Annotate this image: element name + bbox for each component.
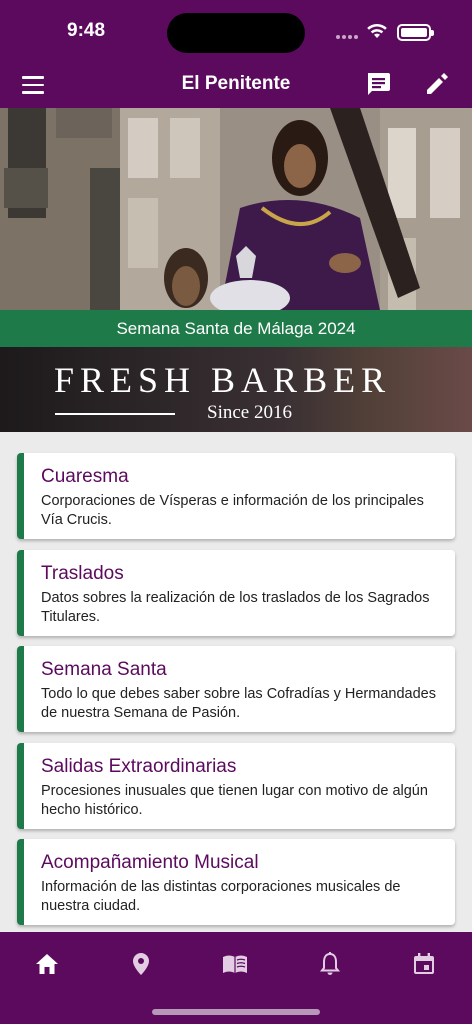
battery-icon — [397, 24, 434, 41]
card-title: Acompañamiento Musical — [41, 852, 259, 873]
app-title: El Penitente — [181, 73, 291, 94]
card-title: Semana Santa — [41, 659, 167, 680]
wifi-icon — [367, 23, 387, 38]
calendar-icon — [414, 953, 434, 974]
hero-image — [0, 108, 472, 310]
bell-icon — [319, 952, 341, 975]
card-description: Corporaciones de Vísperas e información … — [41, 493, 424, 528]
home-icon — [36, 954, 58, 974]
category-list: Cuaresma Corporaciones de Vísperas e inf… — [0, 432, 472, 932]
location-pin-icon — [133, 953, 149, 975]
cellular-signal-icon — [336, 35, 358, 39]
ad-divider — [55, 413, 175, 415]
edit-pencil-icon[interactable] — [423, 70, 451, 98]
ad-brand-text: FRESH BARBER — [54, 360, 392, 400]
card-salidas-extraordinarias[interactable]: Salidas Extraordinarias Procesiones inus… — [17, 743, 455, 829]
card-cuaresma[interactable]: Cuaresma Corporaciones de Vísperas e inf… — [17, 453, 455, 539]
card-semana-santa[interactable]: Semana Santa Todo lo que debes saber sob… — [17, 646, 455, 732]
card-traslados[interactable]: Traslados Datos sobres la realización de… — [17, 550, 455, 636]
home-indicator[interactable] — [152, 1009, 320, 1015]
tab-calendar[interactable] — [404, 948, 444, 980]
tab-home[interactable] — [27, 948, 67, 980]
ad-since-text: Since 2016 — [207, 402, 292, 423]
dynamic-island — [167, 13, 305, 53]
chat-icon[interactable] — [364, 70, 392, 98]
app-bar: El Penitente — [0, 62, 472, 108]
card-title: Salidas Extraordinarias — [41, 756, 237, 777]
card-description: Procesiones inusuales que tienen lugar c… — [41, 783, 428, 818]
tab-notifications[interactable] — [310, 948, 350, 980]
card-description: Datos sobres la realización de los trasl… — [41, 590, 430, 625]
event-banner: Semana Santa de Málaga 2024 — [0, 310, 472, 347]
status-time: 9:48 — [67, 20, 106, 41]
book-icon — [223, 955, 247, 973]
ad-banner[interactable]: FRESH BARBER Since 2016 — [0, 347, 472, 432]
tab-map[interactable] — [121, 948, 161, 980]
card-description: Todo lo que debes saber sobre las Cofrad… — [41, 686, 436, 721]
card-acompanamiento-musical[interactable]: Acompañamiento Musical Información de la… — [17, 839, 455, 925]
status-bar: 9:48 — [0, 0, 472, 62]
card-title: Cuaresma — [41, 466, 129, 487]
tab-guide[interactable] — [215, 948, 255, 980]
card-title: Traslados — [41, 563, 124, 584]
card-description: Información de las distintas corporacion… — [41, 879, 401, 914]
